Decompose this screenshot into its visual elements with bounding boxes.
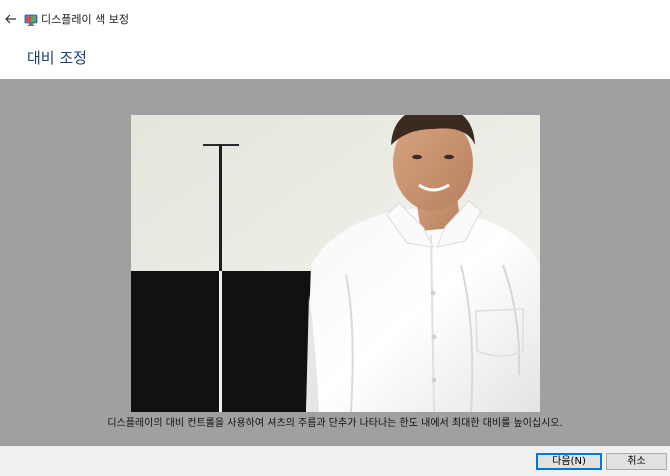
back-button[interactable] bbox=[3, 11, 19, 27]
contrast-reference-photo bbox=[131, 115, 540, 412]
window-title: 디스플레이 색 보정 bbox=[41, 13, 129, 26]
calibration-window: 디스플레이 색 보정 대비 조정 디스플레이의 대비 컨트롤을 사용하여 셔츠의… bbox=[0, 0, 670, 476]
page-header: 대비 조정 bbox=[0, 40, 670, 79]
display-calibration-icon bbox=[24, 14, 38, 26]
content-area: 디스플레이의 대비 컨트롤을 사용하여 셔츠의 주름과 단추가 나타나는 한도 … bbox=[0, 79, 670, 446]
page-title: 대비 조정 bbox=[27, 49, 87, 67]
reference-photo-illustration bbox=[131, 115, 540, 412]
back-arrow-icon bbox=[5, 14, 16, 24]
title-bar: 디스플레이 색 보정 bbox=[0, 0, 670, 40]
footer-bar: 다음(N) 취소 bbox=[0, 446, 670, 476]
cancel-button[interactable]: 취소 bbox=[606, 453, 667, 470]
next-button[interactable]: 다음(N) bbox=[536, 453, 602, 470]
instruction-text: 디스플레이의 대비 컨트롤을 사용하여 셔츠의 주름과 단추가 나타나는 한도 … bbox=[107, 418, 563, 429]
